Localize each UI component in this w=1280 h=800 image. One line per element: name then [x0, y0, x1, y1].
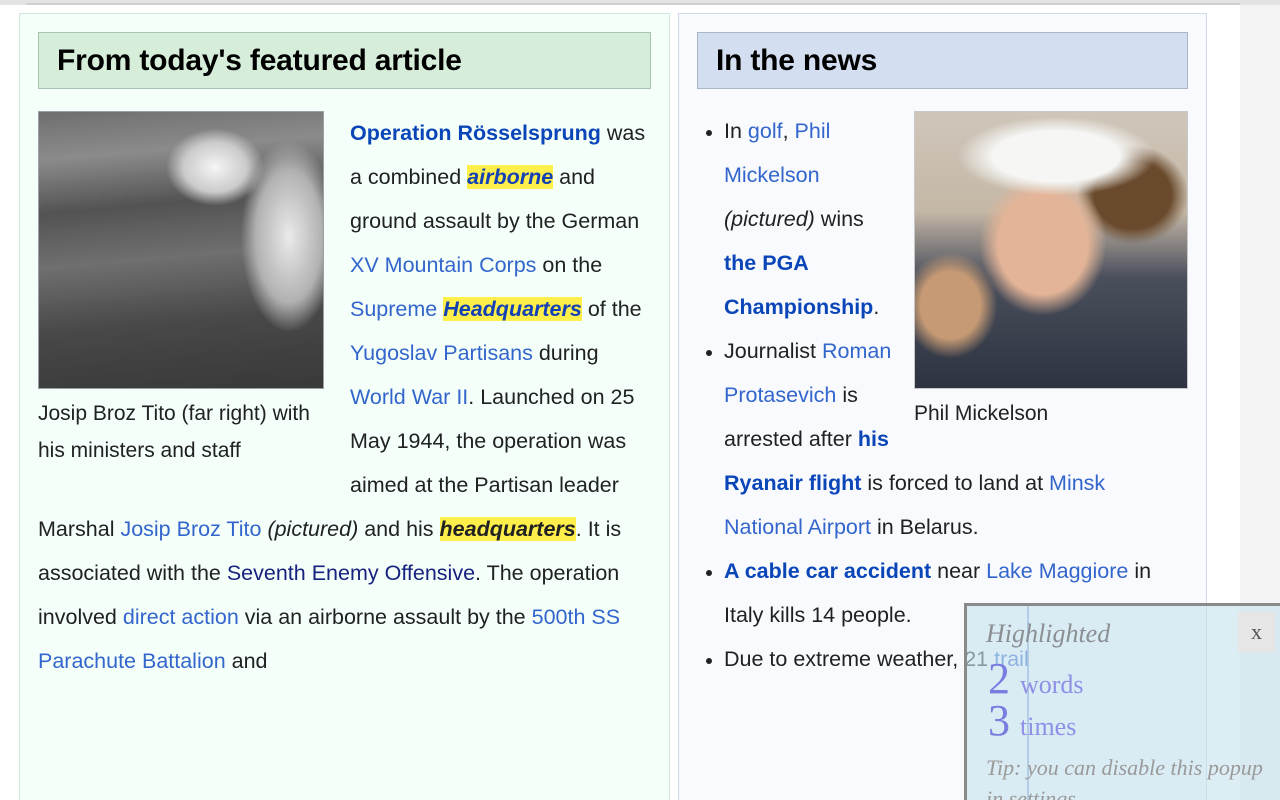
text-fragment: near — [931, 559, 987, 583]
text-fragment: via an airborne — [238, 605, 393, 629]
phil-mickelson-photo[interactable]: ringPoint — [914, 111, 1188, 389]
text-fragment: of the — [581, 297, 642, 321]
link-operation-rosselsprung[interactable]: Operation Rösselsprung — [350, 121, 601, 145]
overlay-stat-words-number: 2 — [988, 654, 1010, 703]
in-the-news-heading: In the news — [697, 32, 1188, 89]
text-fragment: Due to extreme weather, 21 — [724, 647, 995, 671]
link-yugoslav-partisans[interactable]: Yugoslav Partisans — [350, 341, 533, 365]
text-fragment: . — [873, 295, 880, 319]
highlight-headquarters-2: headquarters — [439, 517, 576, 541]
text-pictured: (pictured) — [267, 517, 359, 541]
link-world-war-ii[interactable]: World War II — [350, 385, 468, 409]
in-the-news-heading-text: In the news — [716, 43, 878, 77]
highlight-airborne: airborne — [467, 165, 554, 189]
link-xv-mountain-corps[interactable]: XV Mountain Corps — [350, 253, 536, 277]
featured-article-heading: From today's featured article — [38, 32, 651, 89]
overlay-stat-words: 2 words — [988, 657, 1084, 701]
link-direct-action[interactable]: direct action — [123, 605, 239, 629]
news-thumbnail[interactable]: ringPoint Phil Mickelson — [914, 111, 1188, 431]
overlay-stat-times-label: times — [1020, 712, 1077, 741]
top-divider-line — [26, 3, 1240, 5]
overlay-stat-words-label: words — [1020, 670, 1084, 699]
text-fragment: assault by the — [392, 605, 532, 629]
tito-partisans-photo[interactable] — [38, 111, 324, 389]
link-supreme[interactable]: Supreme — [350, 297, 437, 321]
news-link[interactable]: Lake Maggiore — [986, 559, 1128, 583]
photo-art-torso — [915, 112, 1187, 388]
text-fragment: wins — [814, 207, 864, 231]
text-fragment: and — [225, 649, 268, 673]
in-the-news-content: ringPoint Phil Mickelson In golf, Phil M… — [697, 109, 1188, 681]
highlight-info-overlay[interactable]: Highlighted 2 words 3 times Tip: you can… — [964, 603, 1280, 800]
featured-article-text: Josip Broz Tito (far right) with his min… — [38, 111, 651, 683]
news-bold-link[interactable]: the PGA Championship — [724, 251, 873, 319]
in-the-news-body: ringPoint Phil Mickelson In golf, Phil M… — [679, 109, 1206, 681]
overlay-tip-text: Tip: you can disable this popup in setti… — [986, 755, 1263, 800]
highlight-headquarters-1: Headquarters — [443, 297, 582, 321]
browser-top-strip — [0, 0, 1280, 5]
featured-article-panel: From today's featured article Josip Broz… — [19, 13, 670, 800]
overlay-stat-times: 3 times — [988, 699, 1076, 743]
text-fragment: in Belarus. — [871, 515, 979, 539]
news-image-caption: Phil Mickelson — [914, 402, 1049, 425]
overlay-title: Highlighted — [986, 619, 1111, 648]
featured-article-caption: Josip Broz Tito (far right) with his min… — [38, 402, 310, 462]
text-pictured: (pictured) — [724, 207, 815, 231]
link-josip-broz-tito[interactable]: Josip Broz Tito — [120, 517, 261, 541]
featured-article-body: Josip Broz Tito (far right) with his min… — [20, 111, 669, 683]
text-fragment: and his — [358, 517, 440, 541]
text-fragment: during — [532, 341, 599, 365]
photo-art-figures — [39, 112, 323, 388]
text-fragment: on the — [536, 253, 603, 277]
text-fragment: In — [724, 119, 748, 143]
news-bold-link[interactable]: A cable car accident — [724, 559, 931, 583]
link-seventh-enemy-offensive[interactable]: Seventh Enemy Offensive — [227, 561, 475, 585]
overlay-close-button[interactable]: x — [1238, 612, 1275, 652]
featured-article-heading-text: From today's featured article — [57, 43, 462, 77]
text-fragment: is forced to land at — [861, 471, 1050, 495]
news-link[interactable]: golf — [748, 119, 783, 143]
page-root: From today's featured article Josip Broz… — [0, 0, 1280, 800]
text-fragment: Journalist — [724, 339, 822, 363]
text-fragment: , — [782, 119, 795, 143]
featured-article-thumbnail[interactable]: Josip Broz Tito (far right) with his min… — [38, 111, 324, 469]
overlay-stat-times-number: 3 — [988, 696, 1010, 745]
